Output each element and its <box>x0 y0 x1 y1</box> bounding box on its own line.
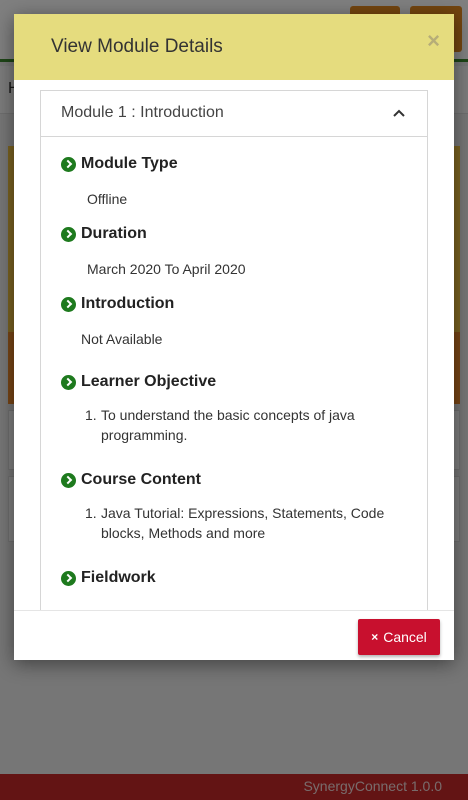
list-number: 1. <box>85 505 97 521</box>
close-icon[interactable]: × <box>427 28 440 54</box>
circle-arrow-right-icon <box>61 472 76 488</box>
circle-arrow-right-icon <box>61 156 76 172</box>
list-text: To understand the basic concepts of java… <box>101 407 355 443</box>
section-title: Fieldwork <box>81 569 156 586</box>
content-list: 1. Java Tutorial: Expressions, Statement… <box>61 503 407 543</box>
section-value: Not Available <box>81 331 163 347</box>
circle-arrow-right-icon <box>61 296 76 312</box>
section-fieldwork: Fieldwork <box>61 569 407 587</box>
section-introduction: Introduction Not Available <box>61 295 407 347</box>
cancel-button[interactable]: × Cancel <box>358 619 440 655</box>
accordion-body: Module Type Offline Duration March 2020 … <box>41 137 427 587</box>
section-title: Introduction <box>81 295 175 312</box>
objective-list: 1. To understand the basic concepts of j… <box>61 405 407 445</box>
modal-title: View Module Details <box>51 36 223 57</box>
cancel-label: Cancel <box>383 629 427 645</box>
circle-arrow-right-icon <box>61 226 76 242</box>
section-title: Module Type <box>81 155 178 172</box>
list-text: Java Tutorial: Expressions, Statements, … <box>101 505 385 541</box>
circle-arrow-right-icon <box>61 374 76 390</box>
section-learner-objective: Learner Objective 1. To understand the b… <box>61 373 407 445</box>
accordion-title: Module 1 : Introduction <box>61 104 224 121</box>
module-details-modal: View Module Details × Module 1 : Introdu… <box>14 14 454 660</box>
accordion-header[interactable]: Module 1 : Introduction <box>41 91 427 137</box>
section-duration: Duration March 2020 To April 2020 <box>61 225 407 277</box>
section-title: Learner Objective <box>81 373 217 390</box>
section-module-type: Module Type Offline <box>61 155 407 207</box>
circle-arrow-right-icon <box>61 570 76 586</box>
modal-header: View Module Details × <box>14 14 454 80</box>
section-value: March 2020 To April 2020 <box>87 261 246 277</box>
list-item: 1. To understand the basic concepts of j… <box>85 405 407 445</box>
cancel-x-icon: × <box>371 630 379 644</box>
list-number: 1. <box>85 407 97 423</box>
section-value: Offline <box>87 191 128 207</box>
modal-footer: × Cancel <box>14 610 454 660</box>
section-title: Duration <box>81 225 147 242</box>
module-accordion: Module 1 : Introduction Module Type Offl… <box>40 90 428 624</box>
section-course-content: Course Content 1. Java Tutorial: Express… <box>61 471 407 543</box>
section-title: Course Content <box>81 471 201 488</box>
chevron-up-icon[interactable] <box>391 105 407 121</box>
list-item: 1. Java Tutorial: Expressions, Statement… <box>85 503 407 543</box>
